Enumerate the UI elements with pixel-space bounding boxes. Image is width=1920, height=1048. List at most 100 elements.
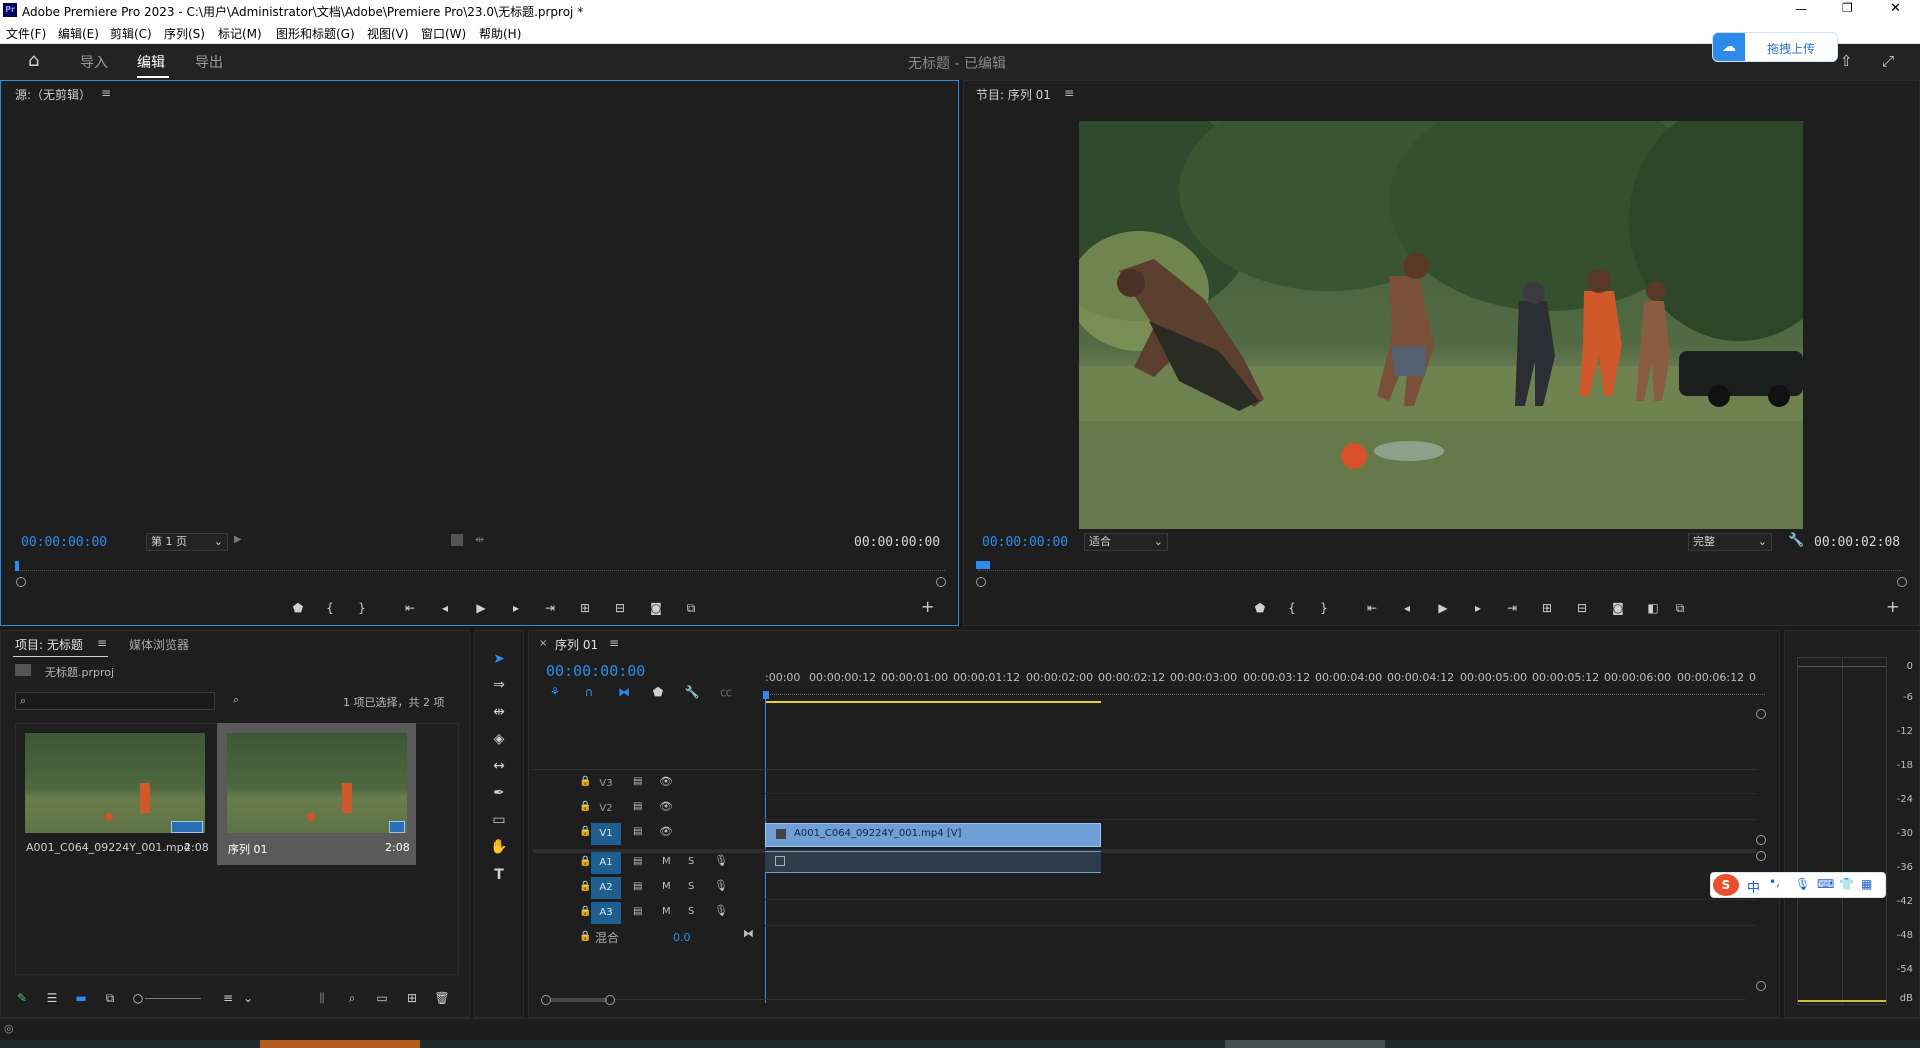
- toolbox-icon[interactable]: ▦: [1861, 877, 1872, 891]
- snap-icon[interactable]: ∩: [580, 683, 598, 701]
- tab-export[interactable]: 导出: [195, 52, 223, 72]
- step-back-icon[interactable]: ◂: [436, 599, 454, 617]
- add-marker-icon[interactable]: ⬟: [649, 683, 667, 701]
- trash-icon[interactable]: 🗑: [433, 989, 451, 1007]
- tab-edit[interactable]: 编辑: [137, 52, 165, 72]
- sync-lock-icon[interactable]: ▤: [633, 906, 642, 917]
- mute-button[interactable]: M: [662, 856, 671, 867]
- pencil-icon[interactable]: ✎: [13, 989, 31, 1007]
- hand-tool-icon[interactable]: ✋: [488, 836, 510, 858]
- taskbar-item-active[interactable]: [260, 1040, 420, 1048]
- menu-view[interactable]: 视图(V): [367, 25, 409, 42]
- close-icon[interactable]: ✕: [1890, 1, 1901, 16]
- track-label-v3[interactable]: V3: [591, 773, 621, 795]
- selection-tool-icon[interactable]: ➤: [488, 648, 510, 670]
- lock-icon[interactable]: 🔒: [579, 931, 591, 942]
- step-back-icon[interactable]: ◂: [1398, 599, 1416, 617]
- zoom-slider[interactable]: [145, 998, 201, 999]
- h-scroll-right-handle[interactable]: [605, 995, 615, 1005]
- tab-import[interactable]: 导入: [80, 52, 108, 72]
- track-label-v1[interactable]: V1: [591, 823, 621, 845]
- panel-menu-icon[interactable]: ≡: [1064, 86, 1074, 100]
- track-label-a1[interactable]: A1: [591, 852, 621, 874]
- go-to-in-icon[interactable]: ⇤: [1363, 599, 1381, 617]
- timeline-ruler[interactable]: :00:00 00:00:00:12 00:00:01:00 00:00:01:…: [765, 671, 1765, 695]
- program-timecode[interactable]: 00:00:00:00: [982, 535, 1068, 550]
- program-monitor-title[interactable]: 节目: 序列 01: [976, 86, 1051, 103]
- source-timecode[interactable]: 00:00:00:00: [21, 535, 107, 550]
- film-icon[interactable]: ▤: [633, 776, 642, 787]
- eye-icon[interactable]: 👁: [659, 775, 673, 788]
- eye-icon[interactable]: 👁: [659, 825, 673, 838]
- compare-icon[interactable]: ⧉: [682, 599, 700, 617]
- keyboard-icon[interactable]: ⌨: [1817, 877, 1834, 891]
- menu-file[interactable]: 文件(F): [6, 25, 46, 42]
- insert-icon[interactable]: ⊞: [576, 599, 594, 617]
- mix-end-icon[interactable]: ⧓: [743, 927, 754, 940]
- sort-icon[interactable]: ≡: [219, 989, 237, 1007]
- drag-icon[interactable]: ⇹: [475, 533, 484, 546]
- marker-icon[interactable]: ⬟: [1251, 599, 1269, 617]
- type-tool-icon[interactable]: T: [488, 864, 510, 886]
- track-label-a2[interactable]: A2: [591, 877, 621, 899]
- program-ruler[interactable]: [978, 563, 1902, 571]
- source-zoom-left-handle[interactable]: [16, 577, 26, 587]
- icon-view-icon[interactable]: ▬: [72, 989, 90, 1007]
- program-zoom-right-handle[interactable]: [1897, 577, 1907, 587]
- rectangle-tool-icon[interactable]: ▭: [488, 809, 510, 831]
- film-icon[interactable]: ▤: [633, 801, 642, 812]
- lock-icon[interactable]: 🔒: [579, 776, 591, 787]
- find-bin-icon[interactable]: ⌕: [233, 693, 239, 707]
- tab-media-browser[interactable]: 媒体浏览器: [129, 636, 189, 653]
- panel-menu-icon[interactable]: ≡: [101, 86, 111, 100]
- mic-icon[interactable]: 🎙: [714, 879, 728, 892]
- panel-menu-icon[interactable]: ≡: [609, 636, 619, 650]
- mute-button[interactable]: M: [662, 906, 671, 917]
- solo-button[interactable]: S: [688, 906, 694, 917]
- extract-icon[interactable]: ⊟: [1573, 599, 1591, 617]
- ime-mode-chinese[interactable]: 中: [1747, 877, 1760, 896]
- razor-tool-icon[interactable]: ◈: [488, 728, 510, 750]
- lock-icon[interactable]: 🔒: [579, 881, 591, 892]
- project-search-input[interactable]: ⌕: [15, 692, 215, 710]
- sync-lock-icon[interactable]: ▤: [633, 856, 642, 867]
- play-icon[interactable]: ▶: [1434, 599, 1452, 617]
- solo-button[interactable]: S: [688, 856, 694, 867]
- ime-toolbar[interactable]: S 中 •, 🎙 ⌨ 👕 ▦: [1710, 872, 1886, 898]
- linked-selection-icon[interactable]: ⧓: [615, 683, 633, 701]
- mark-out-icon[interactable]: }: [353, 599, 371, 617]
- list-view-icon[interactable]: ☰: [43, 989, 61, 1007]
- menu-clip[interactable]: 剪辑(C): [110, 25, 152, 42]
- slip-tool-icon[interactable]: ↔: [488, 755, 510, 777]
- go-to-out-icon[interactable]: ⇥: [541, 599, 559, 617]
- fullscreen-icon[interactable]: ⤢: [1882, 52, 1894, 70]
- automate-icon[interactable]: ⫼: [313, 989, 331, 1007]
- home-icon[interactable]: ⌂: [28, 50, 39, 71]
- program-fit-select[interactable]: 适合 ⌄: [1084, 533, 1168, 551]
- solo-button[interactable]: S: [688, 881, 694, 892]
- project-item-sequence[interactable]: 序列 01 2:08: [217, 723, 416, 865]
- upload-widget[interactable]: ☁ 拖拽上传: [1712, 32, 1838, 62]
- captions-icon[interactable]: ㏄: [717, 683, 735, 701]
- lock-icon[interactable]: 🔒: [579, 826, 591, 837]
- new-bin-icon[interactable]: ▭: [373, 989, 391, 1007]
- lift-icon[interactable]: ⊞: [1538, 599, 1556, 617]
- new-item-icon[interactable]: ⊞: [403, 989, 421, 1007]
- minimize-icon[interactable]: —: [1795, 2, 1807, 16]
- wrench-icon[interactable]: 🔧: [1788, 533, 1804, 548]
- source-playhead[interactable]: [15, 561, 19, 571]
- track-label-a3[interactable]: A3: [591, 902, 621, 924]
- work-area-bar[interactable]: [765, 701, 1101, 703]
- timeline-timecode[interactable]: 00:00:00:00: [546, 662, 645, 680]
- play-arrow-icon[interactable]: ▶: [234, 534, 242, 545]
- h-scroll-bar[interactable]: [551, 998, 607, 1002]
- audio-clip[interactable]: [765, 851, 1101, 873]
- tab-project[interactable]: 项目: 无标题: [15, 636, 83, 653]
- step-forward-icon[interactable]: ▸: [507, 599, 525, 617]
- mute-button[interactable]: M: [662, 881, 671, 892]
- step-forward-icon[interactable]: ▸: [1469, 599, 1487, 617]
- v-scroll-handle-mid[interactable]: [1756, 835, 1766, 845]
- lock-icon[interactable]: 🔒: [579, 801, 591, 812]
- overwrite-icon[interactable]: ⊟: [611, 599, 629, 617]
- sync-lock-icon[interactable]: ▤: [633, 881, 642, 892]
